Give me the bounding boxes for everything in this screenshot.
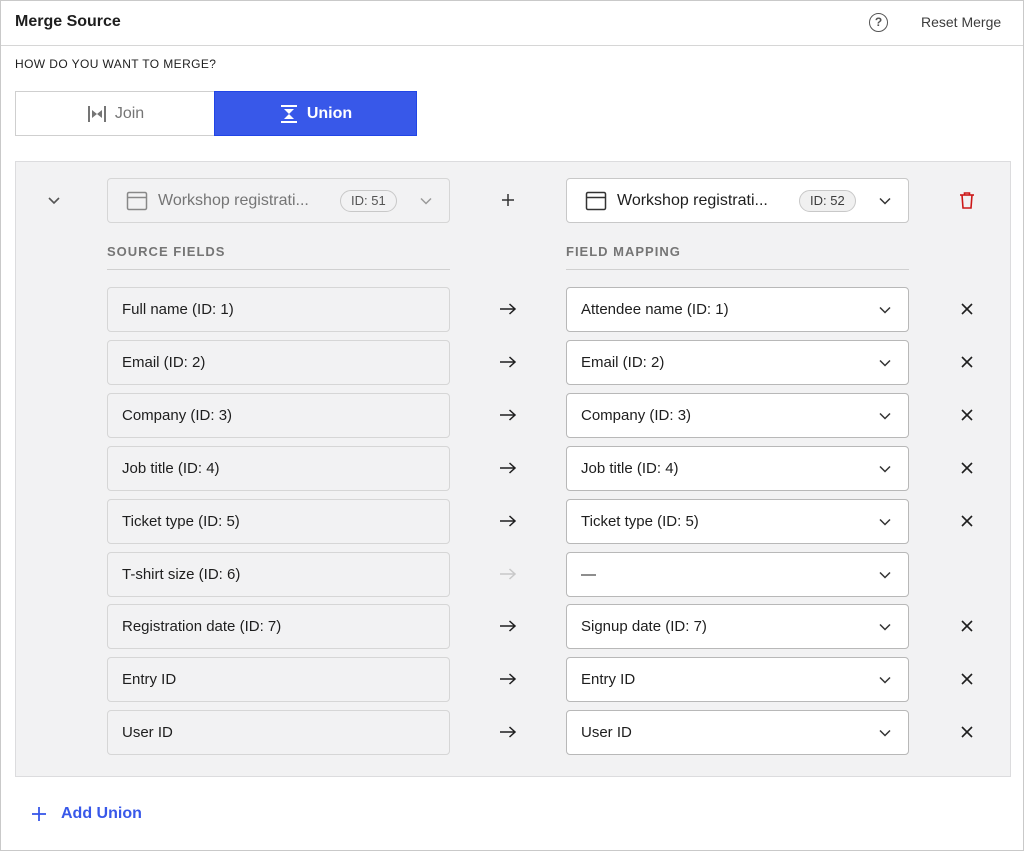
union-option-label: Union (306, 104, 353, 122)
field-mapping-value: Signup date (ID: 7) (581, 618, 707, 635)
chevron-down-icon (879, 518, 891, 526)
join-icon (87, 105, 106, 122)
close-icon[interactable] (960, 355, 974, 369)
arrow-right-icon (500, 673, 517, 685)
trash-icon[interactable] (957, 190, 977, 210)
close-icon[interactable] (960, 461, 974, 475)
source-field: Ticket type (ID: 5) (107, 499, 450, 544)
field-mapping-select[interactable]: Entry ID (566, 657, 909, 702)
chevron-down-icon (879, 412, 891, 420)
chevron-down-icon (420, 197, 432, 205)
source-field: Entry ID (107, 657, 450, 702)
field-mapping-value: — (581, 566, 596, 583)
field-mapping-select[interactable]: Email (ID: 2) (566, 340, 909, 385)
source-form-name: Workshop registrati... (158, 191, 309, 209)
union-option-button[interactable]: Union (214, 91, 417, 136)
chevron-down-icon (879, 623, 891, 631)
chevron-down-icon (879, 676, 891, 684)
chevron-down-icon (879, 465, 891, 473)
source-form-select: Workshop registrati... ID: 51 (107, 178, 450, 223)
divider (566, 269, 909, 270)
plus-icon (502, 194, 514, 206)
field-mapping-value: Attendee name (ID: 1) (581, 301, 729, 318)
arrow-right-icon (500, 726, 517, 738)
union-icon (280, 104, 297, 123)
source-field: User ID (107, 710, 450, 755)
add-union-label: Add Union (61, 805, 142, 822)
field-mapping-select[interactable]: User ID (566, 710, 909, 755)
source-field: Company (ID: 3) (107, 393, 450, 438)
arrow-right-icon (500, 409, 517, 421)
close-icon[interactable] (960, 619, 974, 633)
arrow-right-icon (500, 303, 517, 315)
join-option-label: Join (114, 104, 145, 122)
target-form-id-badge: ID: 52 (799, 189, 856, 212)
target-form-select[interactable]: Workshop registrati... ID: 52 (566, 178, 909, 223)
chevron-down-icon[interactable] (45, 191, 63, 209)
source-form-id-badge: ID: 51 (340, 189, 397, 212)
field-mapping-select[interactable]: Job title (ID: 4) (566, 446, 909, 491)
merge-mode-label: HOW DO YOU WANT TO MERGE? (15, 57, 217, 71)
arrow-right-icon (500, 356, 517, 368)
close-icon[interactable] (960, 725, 974, 739)
target-form-name: Workshop registrati... (617, 191, 768, 209)
field-mapping-select[interactable]: Attendee name (ID: 1) (566, 287, 909, 332)
source-field: Email (ID: 2) (107, 340, 450, 385)
header: Merge Source ? Reset Merge (1, 1, 1023, 46)
arrow-right-icon (500, 462, 517, 474)
close-icon[interactable] (960, 408, 974, 422)
close-icon[interactable] (960, 514, 974, 528)
field-mapping-value: Company (ID: 3) (581, 407, 692, 424)
chevron-down-icon (879, 306, 891, 314)
source-field: Registration date (ID: 7) (107, 604, 450, 649)
source-field: Full name (ID: 1) (107, 287, 450, 332)
form-icon (126, 191, 148, 210)
page-title: Merge Source (15, 13, 121, 30)
add-union-button[interactable]: Add Union (31, 805, 142, 823)
field-mapping-select[interactable]: Signup date (ID: 7) (566, 604, 909, 649)
divider (107, 269, 450, 270)
chevron-down-icon (879, 359, 891, 367)
source-field: Job title (ID: 4) (107, 446, 450, 491)
source-fields-heading: SOURCE FIELDS (107, 244, 226, 259)
chevron-down-icon (879, 571, 891, 579)
field-mapping-value: Job title (ID: 4) (581, 460, 679, 477)
field-mapping-heading: FIELD MAPPING (566, 244, 681, 259)
arrow-right-icon (500, 515, 517, 527)
form-icon (585, 191, 607, 210)
arrow-right-icon (500, 568, 517, 580)
merge-source-panel: Merge Source ? Reset Merge HOW DO YOU WA… (0, 0, 1024, 851)
chevron-down-icon (879, 729, 891, 737)
field-mapping-value: User ID (581, 724, 632, 741)
help-icon[interactable]: ? (869, 13, 888, 32)
field-mapping-select[interactable]: Ticket type (ID: 5) (566, 499, 909, 544)
close-icon[interactable] (960, 672, 974, 686)
field-mapping-value: Email (ID: 2) (581, 354, 665, 371)
reset-merge-button[interactable]: Reset Merge (921, 14, 1001, 30)
field-mapping-value: Ticket type (ID: 5) (581, 513, 699, 530)
close-icon[interactable] (960, 302, 974, 316)
join-option-button[interactable]: Join (15, 91, 215, 136)
plus-icon (32, 807, 46, 821)
chevron-down-icon (879, 197, 891, 205)
arrow-right-icon (500, 620, 517, 632)
field-mapping-select[interactable]: — (566, 552, 909, 597)
source-field: T-shirt size (ID: 6) (107, 552, 450, 597)
field-mapping-value: Entry ID (581, 671, 636, 688)
field-mapping-select[interactable]: Company (ID: 3) (566, 393, 909, 438)
